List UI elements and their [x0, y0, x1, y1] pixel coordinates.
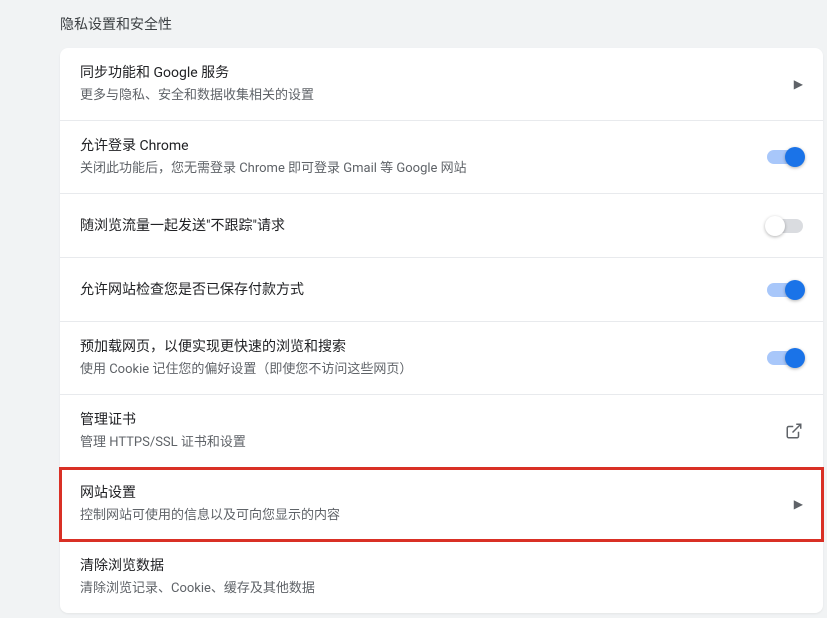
setting-title: 预加载网页，以便实现更快速的浏览和搜索: [80, 336, 767, 358]
chevron-right-icon: ▶: [794, 77, 803, 91]
section-title: 隐私设置和安全性: [0, 0, 827, 48]
setting-text: 预加载网页，以便实现更快速的浏览和搜索 使用 Cookie 记住您的偏好设置（即…: [80, 336, 767, 380]
setting-title: 同步功能和 Google 服务: [80, 62, 794, 84]
setting-subtitle: 控制网站可使用的信息以及可向您显示的内容: [80, 506, 794, 526]
toggle-payment-check[interactable]: [767, 283, 803, 297]
setting-subtitle: 清除浏览记录、Cookie、缓存及其他数据: [80, 579, 803, 599]
setting-title: 管理证书: [80, 409, 785, 431]
row-sync-services[interactable]: 同步功能和 Google 服务 更多与隐私、安全和数据收集相关的设置 ▶: [60, 48, 823, 121]
setting-subtitle: 关闭此功能后，您无需登录 Chrome 即可登录 Gmail 等 Google …: [80, 159, 767, 179]
row-payment-check[interactable]: 允许网站检查您是否已保存付款方式: [60, 258, 823, 322]
setting-text: 清除浏览数据 清除浏览记录、Cookie、缓存及其他数据: [80, 555, 803, 599]
chevron-right-icon: ▶: [794, 497, 803, 511]
setting-text: 网站设置 控制网站可使用的信息以及可向您显示的内容: [80, 482, 794, 526]
setting-title: 清除浏览数据: [80, 555, 803, 577]
setting-title: 允许登录 Chrome: [80, 135, 767, 157]
settings-card: 同步功能和 Google 服务 更多与隐私、安全和数据收集相关的设置 ▶ 允许登…: [60, 48, 823, 613]
setting-subtitle: 使用 Cookie 记住您的偏好设置（即使您不访问这些网页）: [80, 360, 767, 380]
setting-title: 网站设置: [80, 482, 794, 504]
row-site-settings[interactable]: 网站设置 控制网站可使用的信息以及可向您显示的内容 ▶: [60, 468, 823, 541]
row-do-not-track[interactable]: 随浏览流量一起发送"不跟踪"请求: [60, 194, 823, 258]
setting-subtitle: 更多与隐私、安全和数据收集相关的设置: [80, 86, 794, 106]
row-preload-pages[interactable]: 预加载网页，以便实现更快速的浏览和搜索 使用 Cookie 记住您的偏好设置（即…: [60, 322, 823, 395]
setting-text: 允许网站检查您是否已保存付款方式: [80, 279, 767, 301]
setting-text: 允许登录 Chrome 关闭此功能后，您无需登录 Chrome 即可登录 Gma…: [80, 135, 767, 179]
setting-title: 允许网站检查您是否已保存付款方式: [80, 279, 767, 301]
setting-text: 同步功能和 Google 服务 更多与隐私、安全和数据收集相关的设置: [80, 62, 794, 106]
row-clear-browsing-data[interactable]: 清除浏览数据 清除浏览记录、Cookie、缓存及其他数据: [60, 541, 823, 613]
toggle-preload-pages[interactable]: [767, 351, 803, 365]
toggle-allow-signin[interactable]: [767, 150, 803, 164]
setting-text: 随浏览流量一起发送"不跟踪"请求: [80, 215, 767, 237]
setting-text: 管理证书 管理 HTTPS/SSL 证书和设置: [80, 409, 785, 453]
toggle-do-not-track[interactable]: [767, 219, 803, 233]
external-link-icon: [785, 422, 803, 440]
setting-subtitle: 管理 HTTPS/SSL 证书和设置: [80, 433, 785, 453]
setting-title: 随浏览流量一起发送"不跟踪"请求: [80, 215, 767, 237]
row-manage-certificates[interactable]: 管理证书 管理 HTTPS/SSL 证书和设置: [60, 395, 823, 468]
row-allow-signin[interactable]: 允许登录 Chrome 关闭此功能后，您无需登录 Chrome 即可登录 Gma…: [60, 121, 823, 194]
